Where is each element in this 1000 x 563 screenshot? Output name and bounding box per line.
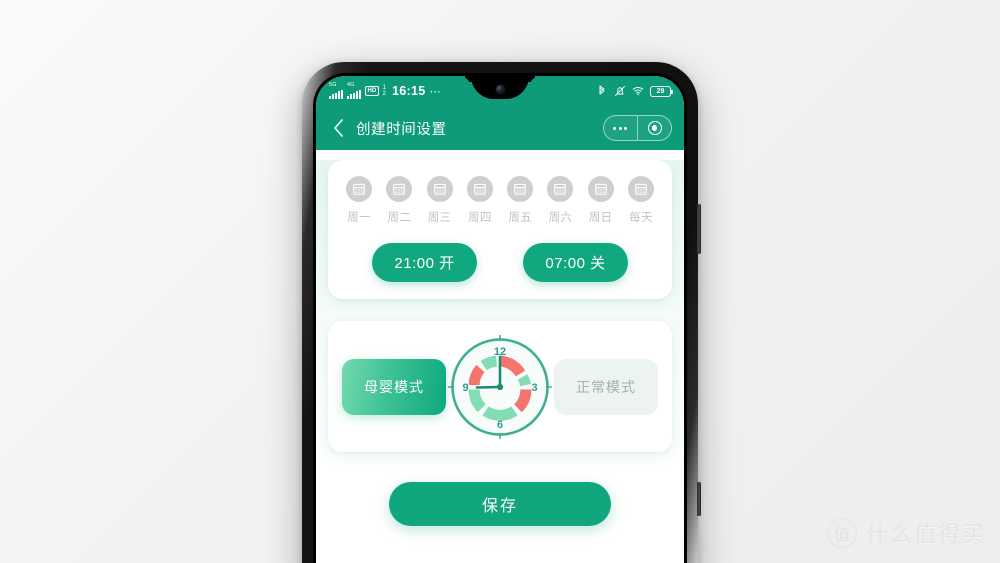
calendar-glyph: [474, 183, 486, 195]
watermark-badge: 值: [826, 518, 857, 548]
ring-seg-green-1: [517, 373, 532, 386]
signal-5g: 5G: [329, 83, 343, 99]
mode-button-normal[interactable]: 正常模式: [554, 358, 658, 415]
clock-mark-9: 9: [462, 382, 468, 394]
front-camera-icon: [495, 84, 505, 94]
more-horizontal-icon-dot3: [624, 126, 628, 130]
signal-bars-icon: [329, 89, 343, 99]
power-button[interactable]: [697, 204, 701, 254]
save-button[interactable]: 保存: [389, 482, 611, 526]
day-label: 周三: [427, 212, 452, 224]
clock-mark-3: 3: [531, 382, 537, 394]
battery-indicator: 29: [650, 85, 673, 97]
day-option-wednesday[interactable]: 周三: [420, 176, 460, 225]
day-label: 周六: [548, 212, 573, 224]
wifi-icon: [632, 87, 644, 96]
ring-seg-green-4: [480, 355, 498, 370]
volume-button[interactable]: [697, 482, 701, 516]
appbar-action-group: [602, 115, 672, 141]
ring-seg-red-3: [468, 364, 485, 385]
page-title: 创建时间设置: [356, 121, 447, 138]
calendar-icon: [627, 176, 654, 202]
day-option-everyday[interactable]: 每天: [621, 176, 661, 225]
sim-fraction-icon: 1 2: [383, 85, 386, 97]
calendar-glyph: [554, 183, 567, 195]
time-on-button[interactable]: 21:00 开: [372, 243, 477, 282]
calendar-icon: [386, 176, 413, 202]
calendar-icon: [507, 176, 534, 202]
calendar-icon: [587, 176, 614, 202]
network-label-5g: 5G: [329, 82, 337, 89]
back-button[interactable]: [328, 118, 348, 138]
time-off-button[interactable]: 07:00 关: [523, 243, 628, 282]
calendar-glyph: [514, 183, 526, 195]
day-label: 周日: [588, 212, 613, 224]
signal-bars-icon-2: [347, 89, 361, 99]
day-option-thursday[interactable]: 周四: [460, 176, 500, 225]
mode-button-baby[interactable]: 母婴模式: [342, 358, 446, 415]
calendar-icon: [426, 176, 453, 202]
watermark-text: 什么值得买: [865, 522, 986, 547]
page-content: 周一 周二 周三 周四 周五 周六 周日 每天 21:00 开 07:00 关 …: [316, 160, 684, 563]
target-button[interactable]: [638, 116, 671, 140]
weekday-selector: 周一 周二 周三 周四 周五 周六 周日 每天: [337, 176, 663, 225]
time-row: 21:00 开 07:00 关: [337, 243, 663, 282]
target-circle-icon: [647, 121, 662, 135]
day-label: 周一: [347, 212, 371, 224]
phone-screen: 5G 4G HD 1 2 16:15 ⋯ 29 创建时间设置 周一 周二 周三 …: [316, 76, 684, 563]
ring-seg-green-2: [482, 405, 518, 421]
clock-hour-hand: [475, 385, 502, 389]
day-option-saturday[interactable]: 周六: [540, 176, 580, 225]
day-option-sunday[interactable]: 周日: [581, 176, 621, 225]
watermark: 值 什么值得买: [826, 517, 986, 549]
calendar-icon: [346, 176, 372, 202]
calendar-glyph: [353, 183, 365, 195]
more-horizontal-icon-dot1: [613, 126, 617, 130]
app-header: 创建时间设置: [316, 106, 684, 150]
clock-dial[interactable]: 12 3 6 9: [447, 334, 553, 439]
calendar-icon: [547, 176, 574, 202]
hd-badge-icon: HD: [365, 86, 379, 96]
sim-fraction-bottom: 2: [382, 91, 387, 97]
network-label-4g: 4G: [347, 82, 355, 89]
clock-center-pin: [496, 383, 504, 390]
calendar-glyph: [393, 183, 406, 195]
calendar-glyph: [433, 183, 446, 195]
day-label: 周二: [387, 212, 412, 224]
more-options-button[interactable]: [604, 116, 637, 140]
day-option-tuesday[interactable]: 周二: [379, 176, 419, 225]
day-label: 周五: [508, 212, 532, 224]
phone-bezel: 5G 4G HD 1 2 16:15 ⋯ 29 创建时间设置 周一 周二 周三 …: [313, 73, 687, 563]
status-bar-right: 29: [596, 85, 673, 97]
phone-device: 5G 4G HD 1 2 16:15 ⋯ 29 创建时间设置 周一 周二 周三 …: [302, 62, 701, 563]
calendar-glyph: [594, 183, 607, 195]
day-label: 每天: [629, 212, 653, 224]
mode-card: 母婴模式 正常模式 12 3 6 9: [328, 321, 672, 452]
more-horizontal-icon-dot2: [618, 126, 622, 130]
clock-mark-6: 6: [497, 419, 503, 431]
day-option-friday[interactable]: 周五: [500, 176, 540, 225]
signal-4g: 4G: [347, 83, 361, 99]
clock-dial-svg: 12 3 6 9: [447, 334, 553, 439]
status-bar-left: 5G 4G HD 1 2 16:15 ⋯: [329, 83, 441, 99]
day-label: 周四: [468, 212, 492, 224]
chevron-left-icon: [333, 119, 343, 137]
calendar-icon: [466, 176, 493, 202]
status-bar-clock: 16:15: [392, 84, 426, 98]
status-overflow-icon: ⋯: [429, 85, 441, 98]
schedule-card: 周一 周二 周三 周四 周五 周六 周日 每天 21:00 开 07:00 关: [328, 160, 672, 299]
bell-muted-icon: [615, 86, 625, 96]
bluetooth-icon: [599, 85, 605, 95]
calendar-glyph: [635, 183, 647, 195]
day-option-monday[interactable]: 周一: [339, 176, 379, 225]
